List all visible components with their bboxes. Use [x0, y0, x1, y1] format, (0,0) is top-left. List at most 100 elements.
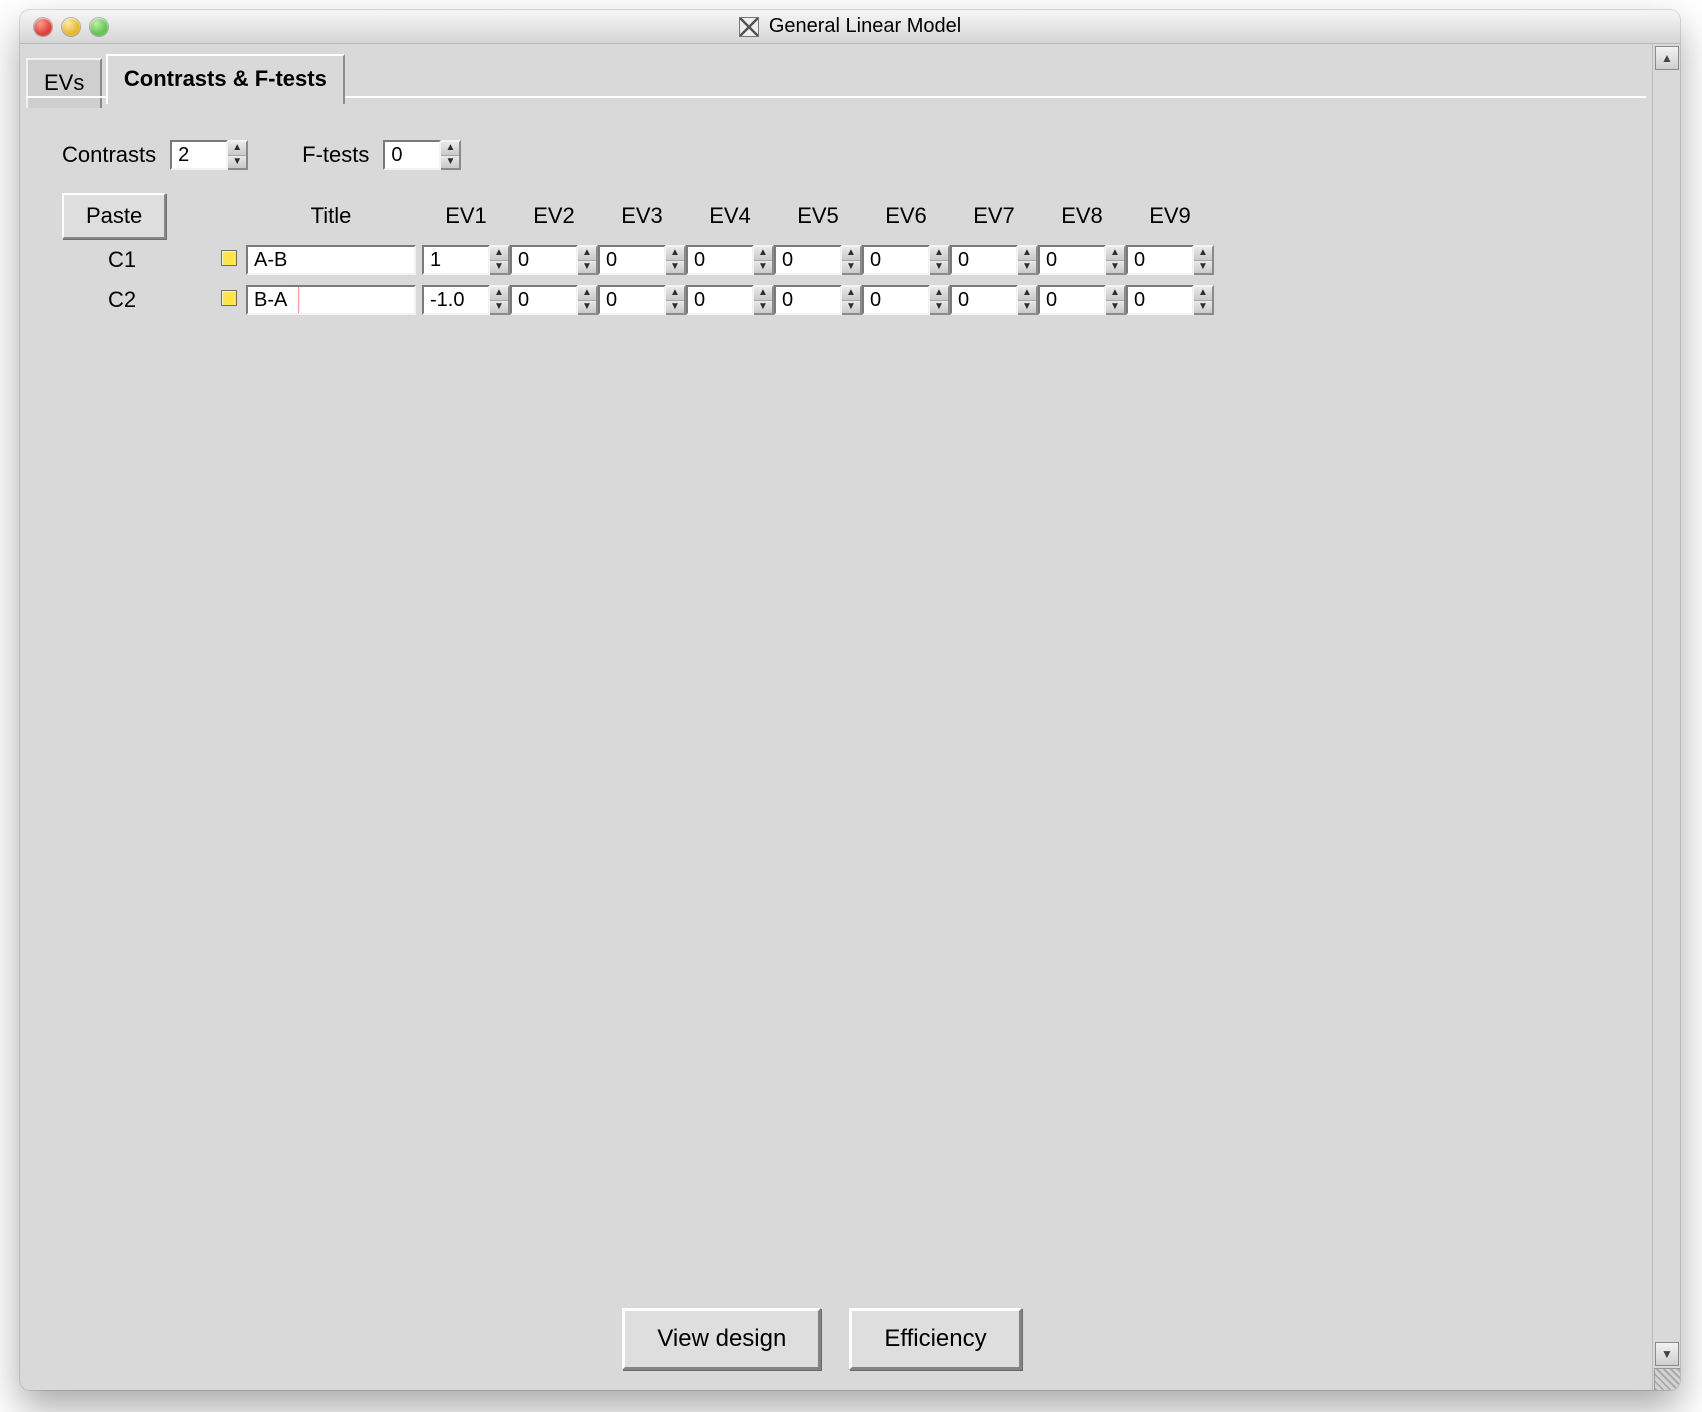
chevron-down-icon[interactable]: ▼	[666, 301, 684, 314]
c2-ev6-spinner[interactable]: ▲▼	[862, 285, 950, 315]
chevron-up-icon[interactable]: ▲	[490, 287, 508, 301]
c2-ev9-spinner[interactable]: ▲▼	[1126, 285, 1214, 315]
c1-ev6-input[interactable]	[862, 245, 930, 275]
c2-ev1-spinner[interactable]: ▲▼	[422, 285, 510, 315]
chevron-down-icon[interactable]: ▼	[490, 301, 508, 314]
c2-ev5-spinner[interactable]: ▲▼	[774, 285, 862, 315]
contrasts-stepper[interactable]: ▲ ▼	[228, 140, 248, 170]
close-window-button[interactable]	[34, 18, 52, 36]
c2-ev3-spinner[interactable]: ▲▼	[598, 285, 686, 315]
scroll-down-button[interactable]: ▼	[1655, 1342, 1679, 1366]
c1-ev2-spinner[interactable]: ▲▼	[510, 245, 598, 275]
c2-ev4-input[interactable]	[686, 285, 754, 315]
chevron-down-icon[interactable]: ▼	[842, 261, 860, 274]
c2-ev5-input[interactable]	[774, 285, 842, 315]
color-swatch-c2[interactable]	[221, 290, 237, 306]
contrast-row-c2: C2 ▲▼ ▲▼ ▲▼ ▲▼ ▲▼ ▲▼ ▲▼ ▲▼ ▲▼	[62, 280, 1630, 320]
chevron-up-icon[interactable]: ▲	[578, 287, 596, 301]
c1-ev5-spinner[interactable]: ▲▼	[774, 245, 862, 275]
ftests-input[interactable]	[383, 140, 441, 170]
chevron-up-icon[interactable]: ▲	[930, 287, 948, 301]
chevron-up-icon[interactable]: ▲	[754, 287, 772, 301]
chevron-up-icon[interactable]: ▲	[578, 247, 596, 261]
color-swatch-c1[interactable]	[221, 250, 237, 266]
contrasts-spinner[interactable]: ▲ ▼	[170, 140, 248, 170]
chevron-down-icon[interactable]: ▼	[1106, 301, 1124, 314]
contrast-title-input-c1[interactable]	[246, 245, 416, 275]
c2-ev7-spinner[interactable]: ▲▼	[950, 285, 1038, 315]
efficiency-button[interactable]: Efficiency	[849, 1308, 1021, 1370]
chevron-up-icon[interactable]: ▲	[754, 247, 772, 261]
c2-ev8-input[interactable]	[1038, 285, 1106, 315]
c2-ev2-input[interactable]	[510, 285, 578, 315]
minimize-window-button[interactable]	[62, 18, 80, 36]
resize-grip-icon[interactable]	[1654, 1368, 1680, 1390]
c1-ev3-input[interactable]	[598, 245, 666, 275]
c1-ev7-spinner[interactable]: ▲▼	[950, 245, 1038, 275]
c2-ev3-input[interactable]	[598, 285, 666, 315]
chevron-down-icon[interactable]: ▼	[578, 301, 596, 314]
view-design-button[interactable]: View design	[622, 1308, 821, 1370]
chevron-down-icon[interactable]: ▼	[930, 301, 948, 314]
c1-ev8-input[interactable]	[1038, 245, 1106, 275]
chevron-down-icon[interactable]: ▼	[1018, 261, 1036, 274]
zoom-window-button[interactable]	[90, 18, 108, 36]
chevron-down-icon[interactable]: ▼	[490, 261, 508, 274]
c2-ev1-input[interactable]	[422, 285, 490, 315]
c1-ev1-input[interactable]	[422, 245, 490, 275]
c1-ev9-spinner[interactable]: ▲▼	[1126, 245, 1214, 275]
c1-ev8-spinner[interactable]: ▲▼	[1038, 245, 1126, 275]
chevron-up-icon[interactable]: ▲	[930, 247, 948, 261]
c2-ev2-spinner[interactable]: ▲▼	[510, 285, 598, 315]
ftests-stepper[interactable]: ▲ ▼	[441, 140, 461, 170]
chevron-up-icon[interactable]: ▲	[666, 247, 684, 261]
window-title: General Linear Model	[769, 15, 961, 38]
c2-ev9-input[interactable]	[1126, 285, 1194, 315]
c1-ev9-input[interactable]	[1126, 245, 1194, 275]
c2-ev6-input[interactable]	[862, 285, 930, 315]
chevron-up-icon[interactable]: ▲	[1018, 247, 1036, 261]
chevron-up-icon[interactable]: ▲	[490, 247, 508, 261]
c2-ev8-spinner[interactable]: ▲▼	[1038, 285, 1126, 315]
tab-contrasts-ftests[interactable]: Contrasts & F-tests	[106, 54, 345, 104]
chevron-down-icon[interactable]: ▼	[754, 301, 772, 314]
chevron-down-icon[interactable]: ▼	[930, 261, 948, 274]
c1-ev6-spinner[interactable]: ▲▼	[862, 245, 950, 275]
chevron-down-icon[interactable]: ▼	[1194, 301, 1212, 314]
chevron-up-icon[interactable]: ▲	[1018, 287, 1036, 301]
chevron-down-icon[interactable]: ▼	[754, 261, 772, 274]
chevron-down-icon[interactable]: ▼	[842, 301, 860, 314]
c1-ev4-spinner[interactable]: ▲▼	[686, 245, 774, 275]
chevron-down-icon[interactable]: ▼	[1106, 261, 1124, 274]
chevron-up-icon[interactable]: ▲	[441, 142, 459, 156]
ftests-spinner[interactable]: ▲ ▼	[383, 140, 461, 170]
chevron-up-icon[interactable]: ▲	[228, 142, 246, 156]
chevron-up-icon[interactable]: ▲	[1194, 287, 1212, 301]
c1-ev4-input[interactable]	[686, 245, 754, 275]
chevron-down-icon[interactable]: ▼	[578, 261, 596, 274]
chevron-down-icon[interactable]: ▼	[1018, 301, 1036, 314]
contrasts-input[interactable]	[170, 140, 228, 170]
c1-ev3-spinner[interactable]: ▲▼	[598, 245, 686, 275]
title-bar[interactable]: General Linear Model	[20, 10, 1680, 44]
c1-ev5-input[interactable]	[774, 245, 842, 275]
paste-button[interactable]: Paste	[62, 193, 166, 239]
c1-ev7-input[interactable]	[950, 245, 1018, 275]
chevron-up-icon[interactable]: ▲	[666, 287, 684, 301]
vertical-scrollbar[interactable]: ▲ ▼	[1652, 44, 1680, 1390]
scroll-up-button[interactable]: ▲	[1655, 46, 1679, 70]
contrast-title-input-c2[interactable]	[246, 285, 416, 315]
c2-ev7-input[interactable]	[950, 285, 1018, 315]
chevron-up-icon[interactable]: ▲	[842, 287, 860, 301]
c1-ev1-spinner[interactable]: ▲▼	[422, 245, 510, 275]
chevron-down-icon[interactable]: ▼	[441, 156, 459, 169]
chevron-up-icon[interactable]: ▲	[1106, 247, 1124, 261]
chevron-down-icon[interactable]: ▼	[666, 261, 684, 274]
chevron-up-icon[interactable]: ▲	[1106, 287, 1124, 301]
c2-ev4-spinner[interactable]: ▲▼	[686, 285, 774, 315]
chevron-down-icon[interactable]: ▼	[228, 156, 246, 169]
chevron-up-icon[interactable]: ▲	[1194, 247, 1212, 261]
chevron-down-icon[interactable]: ▼	[1194, 261, 1212, 274]
c1-ev2-input[interactable]	[510, 245, 578, 275]
chevron-up-icon[interactable]: ▲	[842, 247, 860, 261]
